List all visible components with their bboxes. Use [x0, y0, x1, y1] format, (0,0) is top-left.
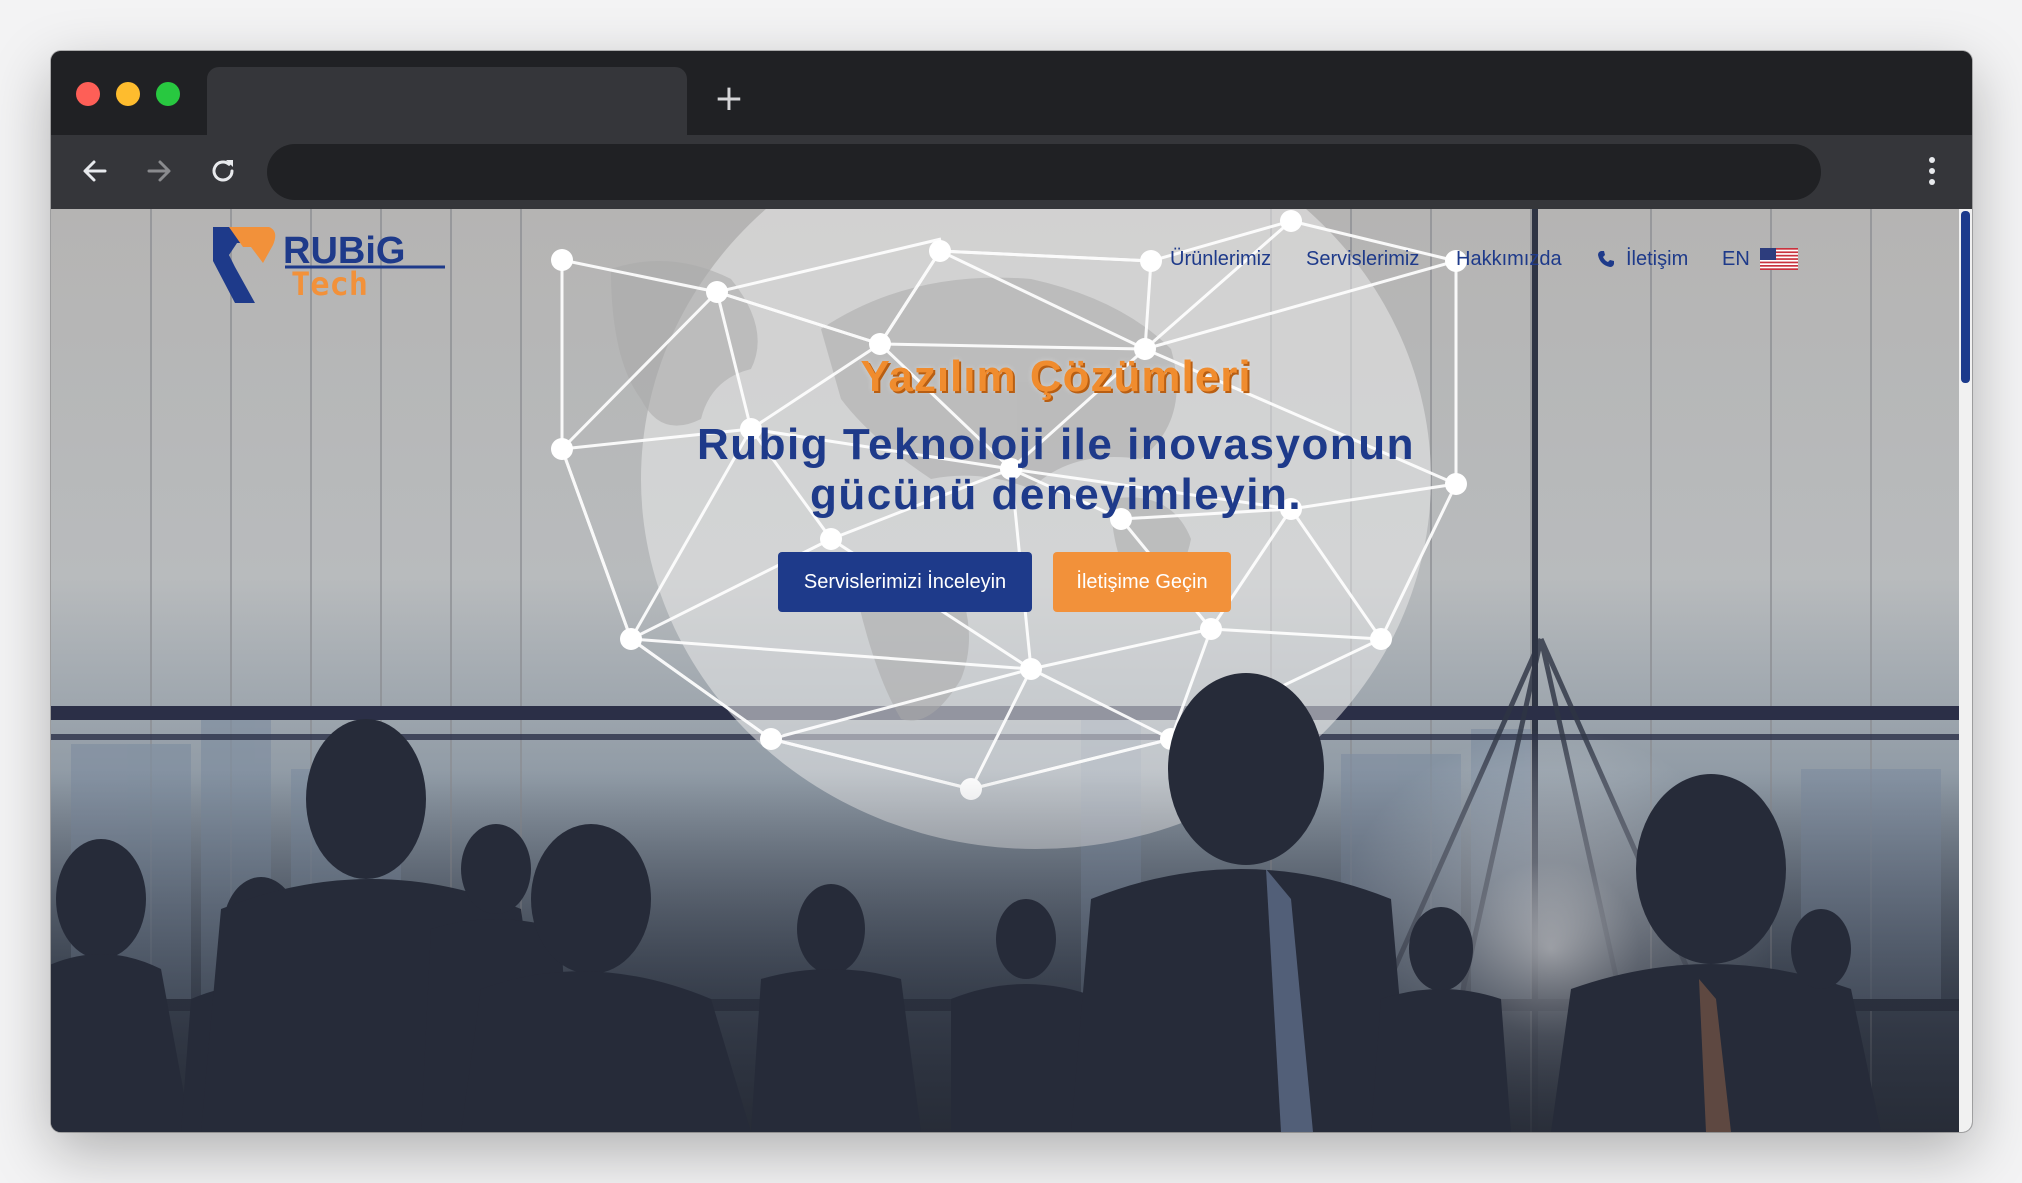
minimize-window-button[interactable]: [116, 82, 140, 106]
hero-title-line-2: gücünü deneyimleyin.: [809, 470, 1303, 519]
contact-us-button[interactable]: İletişime Geçin: [1053, 552, 1231, 612]
phone-icon: [1598, 251, 1614, 267]
back-button[interactable]: [75, 151, 115, 191]
reload-button[interactable]: [203, 151, 243, 191]
rubig-tech-logo[interactable]: RUBiG Tech: [207, 221, 447, 303]
title-bar: +: [51, 51, 1972, 135]
nav-item-about[interactable]: Hakkımızda: [1456, 245, 1562, 273]
logo-word-tech: Tech: [291, 265, 368, 303]
page-scrollbar[interactable]: [1959, 209, 1972, 1132]
nav-item-services[interactable]: Servislerimiz: [1306, 245, 1419, 273]
hero-title-line-1: Rubig Teknoloji ile inovasyonun: [697, 420, 1415, 469]
close-window-button[interactable]: [76, 82, 100, 106]
menu-dot-icon: [1929, 168, 1935, 174]
hero-title: Rubig Teknoloji ile inovasyonun gücünü d…: [591, 420, 1521, 520]
menu-dot-icon: [1929, 157, 1935, 163]
browser-window: + RUBiG Tech Ürünlerimiz Servislerimiz H…: [51, 51, 1972, 1132]
scrollbar-thumb[interactable]: [1961, 211, 1970, 383]
hero-kicker: Yazılım Çözümleri: [860, 352, 1252, 401]
page-viewport: RUBiG Tech Ürünlerimiz Servislerimiz Hak…: [51, 209, 1972, 1132]
address-bar[interactable]: [267, 144, 1821, 200]
arrow-right-icon: [147, 160, 171, 182]
browser-menu-button[interactable]: [1922, 151, 1942, 191]
new-tab-icon[interactable]: +: [711, 81, 747, 117]
us-flag-icon: [1759, 248, 1798, 270]
forward-button[interactable]: [139, 151, 179, 191]
explore-services-button[interactable]: Servislerimizi İnceleyin: [778, 552, 1032, 612]
reload-icon: [212, 160, 234, 182]
hero-background-image: [51, 209, 1959, 1132]
arrow-left-icon: [83, 160, 107, 182]
menu-dot-icon: [1929, 179, 1935, 185]
language-label: EN: [1722, 248, 1750, 270]
browser-toolbar: [51, 135, 1972, 209]
nav-item-products[interactable]: Ürünlerimiz: [1170, 245, 1271, 273]
browser-tab[interactable]: [207, 67, 687, 135]
nav-contact-label: İletişim: [1626, 248, 1689, 270]
nav-item-contact[interactable]: İletişim: [1596, 245, 1688, 273]
maximize-window-button[interactable]: [156, 82, 180, 106]
language-switcher[interactable]: EN: [1722, 245, 1798, 273]
logo-mark-icon: RUBiG Tech: [213, 227, 445, 303]
